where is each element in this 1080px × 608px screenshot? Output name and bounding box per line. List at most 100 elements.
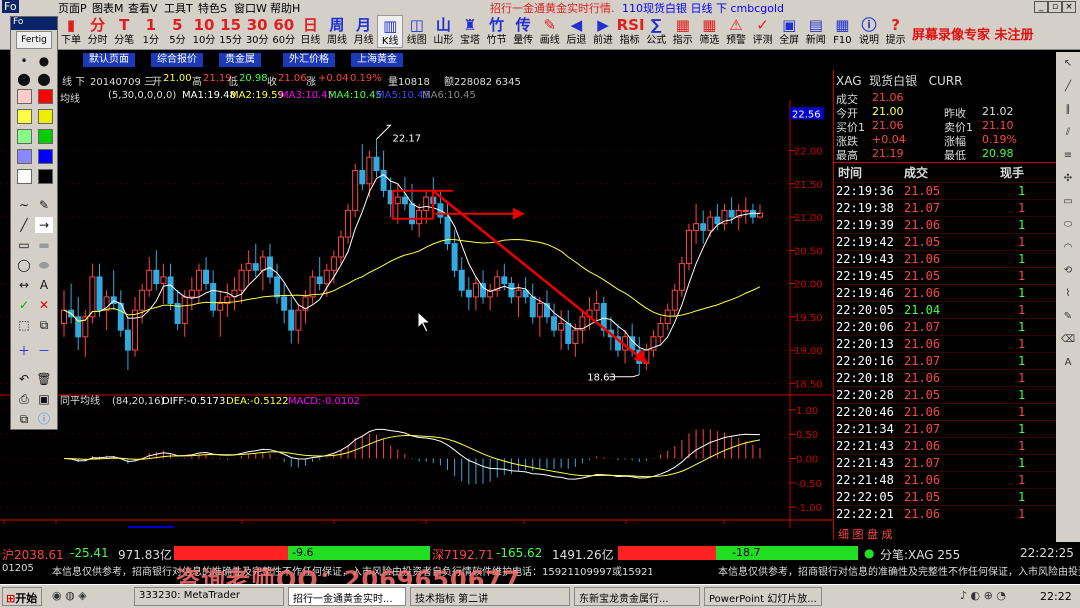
color-lightblue[interactable] bbox=[17, 149, 32, 164]
dot-xlarge-icon[interactable]: ● bbox=[35, 71, 53, 87]
tab-default[interactable]: 默认页面 bbox=[83, 53, 135, 67]
toolbar-button-21[interactable]: RSI 指标 bbox=[617, 15, 645, 46]
parallel-icon[interactable]: ∥ bbox=[1056, 98, 1080, 121]
ellipse-tool-icon[interactable]: ◯ bbox=[15, 257, 33, 273]
print-icon[interactable]: ⎙ bbox=[15, 391, 33, 407]
info-icon[interactable]: ⓘ bbox=[35, 411, 53, 427]
check-icon[interactable]: ✓ bbox=[15, 297, 33, 313]
toolbar-button-15[interactable]: ♜ 宝塔 bbox=[457, 15, 483, 46]
toolbar-button-8[interactable]: 60 60分 bbox=[271, 15, 297, 46]
eraser-icon[interactable]: ⌫ bbox=[1056, 328, 1080, 351]
task-lesson[interactable]: 技术指标 第二讲 bbox=[410, 587, 570, 606]
toolbar-button-27[interactable]: ▣ 全屏 bbox=[776, 15, 802, 46]
restore-button[interactable]: ▫ bbox=[1048, 1, 1062, 13]
color-lightgreen[interactable] bbox=[17, 129, 32, 144]
color-blue[interactable] bbox=[38, 149, 53, 164]
dot-large-icon[interactable]: ● bbox=[15, 71, 33, 87]
copy-icon[interactable]: ⧉ bbox=[15, 411, 33, 427]
toolbar-button-0[interactable]: ▮ 下单 bbox=[58, 15, 84, 46]
double-arrow-icon[interactable]: ↔ bbox=[15, 277, 33, 293]
undo-icon[interactable]: ↶ bbox=[15, 371, 33, 387]
color-black[interactable] bbox=[38, 169, 53, 184]
toolbar-button-12[interactable]: ▥ K线 bbox=[377, 15, 404, 48]
trash-icon[interactable]: 🗑 bbox=[35, 371, 53, 387]
start-button[interactable]: ⊞开始 bbox=[2, 587, 42, 606]
quote-tabs[interactable]: 细 图 盘 成 bbox=[838, 526, 893, 542]
toolbar-button-10[interactable]: 周周线 bbox=[324, 15, 350, 46]
toolbar-button-16[interactable]: 竹竹节 bbox=[484, 15, 510, 46]
gann-icon[interactable]: ✣ bbox=[1056, 167, 1080, 190]
move-icon[interactable]: ⧉ bbox=[35, 317, 53, 333]
toolbar-button-25[interactable]: ⚠ 预警 bbox=[723, 15, 749, 46]
pen-icon[interactable]: ✎ bbox=[1056, 305, 1080, 328]
color-red[interactable] bbox=[38, 89, 53, 104]
toolbar-button-23[interactable]: ▦ 指示 bbox=[670, 15, 696, 46]
ellipse-icon[interactable]: ⬭ bbox=[1056, 213, 1080, 236]
toolbar-button-4[interactable]: 5 5分 bbox=[164, 15, 190, 46]
minimize-button[interactable]: _ bbox=[1034, 1, 1048, 13]
toolbar-button-19[interactable]: ◀ 后退 bbox=[563, 15, 589, 46]
filled-ellipse-icon[interactable]: ⬬ bbox=[35, 257, 53, 273]
toolbar-button-29[interactable]: ▦ F10 bbox=[829, 15, 855, 46]
toolbar-button-7[interactable]: 30 30分 bbox=[244, 15, 270, 46]
color-pink[interactable] bbox=[17, 89, 32, 104]
zoom-out-icon[interactable]: － bbox=[35, 343, 53, 359]
toolbar-button-5[interactable]: 10 10分 bbox=[191, 15, 217, 46]
fib-icon[interactable]: ≡ bbox=[1056, 144, 1080, 167]
color-green[interactable] bbox=[38, 129, 53, 144]
toolbar-button-14[interactable]: 山山形 bbox=[430, 15, 456, 46]
toolbar-button-30[interactable]: ⓘ 说明 bbox=[856, 15, 882, 46]
toolbar-button-3[interactable]: 1 1分 bbox=[138, 15, 164, 46]
toolbar-button-22[interactable]: ∑ 公式 bbox=[643, 15, 669, 46]
toolbar-button-6[interactable]: 15 15分 bbox=[218, 15, 244, 46]
zoom-in-icon[interactable]: ＋ bbox=[15, 343, 33, 359]
select-icon[interactable]: ⬚ bbox=[15, 317, 33, 333]
toolbar-button-9[interactable]: 日日线 bbox=[297, 15, 323, 46]
text-icon[interactable]: A bbox=[1056, 351, 1080, 374]
arrow-icon[interactable]: ↖ bbox=[1056, 52, 1080, 75]
toolbar-button-11[interactable]: 月月线 bbox=[351, 15, 377, 46]
filled-rect-icon[interactable]: ▬ bbox=[35, 237, 53, 253]
task-metatrader[interactable]: 333230: MetaTrader bbox=[134, 587, 284, 606]
task-cmb-quotes[interactable]: 招行一金通黄金实时... bbox=[288, 587, 406, 606]
chart-area[interactable]: 22.00 21.50 21.00 20.50 20.00 19.50 19.00 18.50… bbox=[0, 100, 832, 539]
arrow-tool-icon[interactable]: → bbox=[35, 217, 53, 233]
save-icon[interactable]: ▣ bbox=[35, 391, 53, 407]
toolbar-button-31[interactable]: ? 提示 bbox=[883, 15, 909, 46]
toolbar-button-20[interactable]: ▶ 前进 bbox=[590, 15, 616, 46]
toolbar-button-18[interactable]: ✎ 画线 bbox=[537, 15, 563, 46]
tab-metals[interactable]: 贵金属 bbox=[219, 53, 261, 67]
toolbar-button-28[interactable]: ▤ 新闻 bbox=[803, 15, 829, 46]
rectangle-icon[interactable]: ▭ bbox=[15, 237, 33, 253]
task-dongxin[interactable]: 东新宝龙贵金属行... bbox=[574, 587, 700, 606]
line-tool-icon[interactable]: ╱ bbox=[15, 217, 33, 233]
quicklaunch-icons[interactable]: ◉ ◍ ◈ bbox=[52, 589, 87, 602]
close-button[interactable]: × bbox=[1062, 1, 1076, 13]
marker-icon[interactable]: ⌇ bbox=[1056, 282, 1080, 305]
cross-icon[interactable]: ✕ bbox=[35, 297, 53, 313]
channel-icon[interactable]: ⫽ bbox=[1056, 121, 1080, 144]
toolbar-button-13[interactable]: ◫ 线图 bbox=[404, 15, 430, 46]
color-yellow[interactable] bbox=[38, 109, 53, 124]
color-lightyellow[interactable] bbox=[17, 109, 32, 124]
tab-sh-gold[interactable]: 上海黄金 bbox=[351, 53, 403, 67]
dot-small-icon[interactable]: • bbox=[15, 53, 33, 69]
color-white[interactable] bbox=[17, 169, 32, 184]
freehand-icon[interactable]: ∼ bbox=[15, 197, 33, 213]
toolbar-button-26[interactable]: ✓ 评测 bbox=[750, 15, 776, 46]
arc-icon[interactable]: ◠ bbox=[1056, 236, 1080, 259]
text-tool-icon[interactable]: A bbox=[35, 277, 53, 293]
toolbar-button-1[interactable]: 分分时 bbox=[85, 15, 111, 46]
kline-chart[interactable]: 22.00 21.50 21.00 20.50 20.00 19.50 19.00 18.50… bbox=[0, 100, 832, 539]
toolbar-button-2[interactable]: T 分笔 bbox=[111, 15, 137, 46]
tab-fx[interactable]: 外汇价格 bbox=[283, 53, 335, 67]
dot-medium-icon[interactable]: ● bbox=[35, 53, 53, 69]
task-powerpoint[interactable]: PowerPoint 幻灯片放... bbox=[704, 587, 822, 606]
line-icon[interactable]: ╱ bbox=[1056, 75, 1080, 98]
cycle-icon[interactable]: ⟲ bbox=[1056, 259, 1080, 282]
pencil-icon[interactable]: ✎ bbox=[35, 197, 53, 213]
toolbar-button-17[interactable]: 传量传 bbox=[510, 15, 536, 46]
tab-quotes[interactable]: 综合报价 bbox=[151, 53, 203, 67]
rect-icon[interactable]: ▭ bbox=[1056, 190, 1080, 213]
toolbar-button-24[interactable]: ▦ 筛选 bbox=[696, 15, 722, 46]
